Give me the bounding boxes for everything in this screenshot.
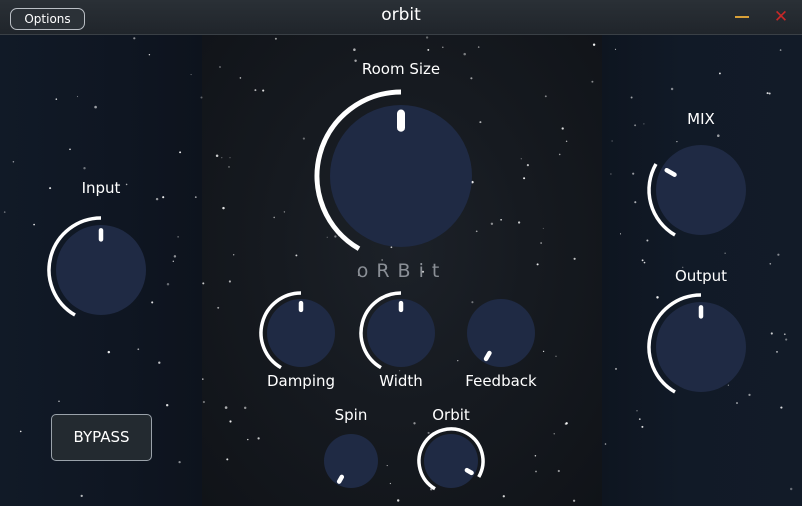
output-label: Output: [674, 267, 728, 285]
bypass-button[interactable]: BYPASS: [51, 414, 152, 461]
